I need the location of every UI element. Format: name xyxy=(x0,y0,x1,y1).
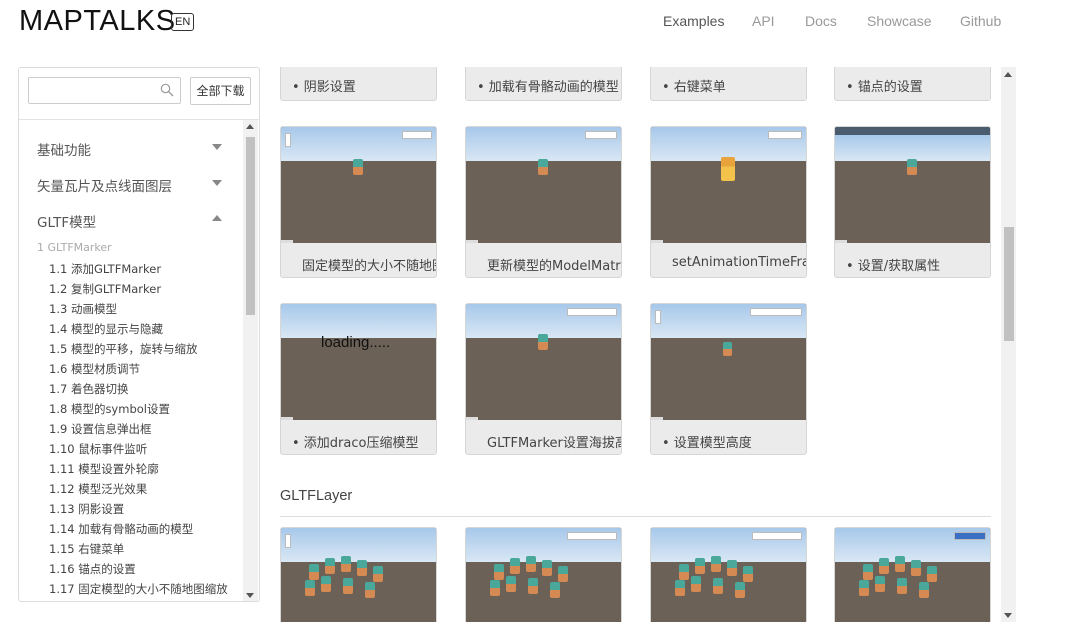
card-label: • 锚点的设置 xyxy=(846,80,923,95)
language-toggle[interactable]: EN xyxy=(171,13,195,31)
example-thumbnail xyxy=(281,528,436,622)
search-input[interactable] xyxy=(28,77,181,104)
example-thumbnail xyxy=(835,528,990,622)
sidebar-item[interactable]: 1.15 右键菜单 xyxy=(49,541,124,557)
nav-examples[interactable]: Examples xyxy=(663,13,724,29)
example-card[interactable]: • 锚点的设置 xyxy=(834,67,991,101)
subcategory-gltfmarker[interactable]: 1 GLTFMarker xyxy=(37,241,112,254)
example-card[interactable]: • 阴影设置 xyxy=(280,67,437,101)
sidebar-tree: 基础功能 矢量瓦片及点线面图层 GLTF模型 1 GLTFMarker 1.1 … xyxy=(19,120,243,601)
example-thumbnail: loading..... xyxy=(281,304,436,420)
examples-grid: • 阴影设置 • 加载有骨骼动画的模型 • 右键菜单 • 锚点的设置 固定模型的… xyxy=(262,67,1016,622)
example-card[interactable]: • 右键菜单 xyxy=(650,67,807,101)
scrollbar-thumb[interactable] xyxy=(246,137,255,315)
sidebar-item[interactable]: 1.17 固定模型的大小不随地图缩放 xyxy=(49,581,228,597)
example-card[interactable]: GLTFMarker设置海拔高度 xyxy=(465,303,622,455)
scroll-up-icon[interactable] xyxy=(246,124,254,129)
card-label: • 阴影设置 xyxy=(292,80,356,95)
card-label: • 设置/获取属性 xyxy=(846,259,941,274)
card-label: • 添加draco压缩模型 xyxy=(292,436,419,451)
scroll-down-icon[interactable] xyxy=(246,593,254,598)
category-gltf[interactable]: GLTF模型 xyxy=(37,211,96,231)
example-card[interactable]: • 设置模型高度 xyxy=(650,303,807,455)
nav-docs[interactable]: Docs xyxy=(805,13,837,29)
sidebar: 全部下载 基础功能 矢量瓦片及点线面图层 GLTF模型 1 GLTFMarker… xyxy=(18,67,260,602)
main-scrollbar[interactable] xyxy=(1001,67,1016,622)
nav-showcase[interactable]: Showcase xyxy=(867,13,932,29)
top-header: MAPTALKS EN Examples API Docs Showcase G… xyxy=(0,0,1066,46)
sidebar-item[interactable]: 1.10 鼠标事件监听 xyxy=(49,441,147,457)
sidebar-item[interactable]: 1.13 阴影设置 xyxy=(49,501,124,517)
divider xyxy=(280,516,991,517)
example-thumbnail xyxy=(466,528,621,622)
chevron-down-icon[interactable] xyxy=(212,144,222,150)
example-thumbnail xyxy=(651,127,806,243)
example-thumbnail xyxy=(281,127,436,243)
sidebar-item[interactable]: 1.7 着色器切换 xyxy=(49,381,128,397)
sidebar-item[interactable]: 1.16 锚点的设置 xyxy=(49,561,136,577)
sidebar-item[interactable]: 1.11 模型设置外轮廓 xyxy=(49,461,159,477)
sidebar-item[interactable]: 1.2 复制GLTFMarker xyxy=(49,281,161,297)
example-card[interactable]: • 设置/获取属性 xyxy=(834,126,991,278)
nav-api[interactable]: API xyxy=(752,13,775,29)
example-card[interactable] xyxy=(280,527,437,622)
sidebar-item[interactable]: 1.8 模型的symbol设置 xyxy=(49,401,170,417)
example-card[interactable]: • 加载有骨骼动画的模型 xyxy=(465,67,622,101)
card-label: • 设置模型高度 xyxy=(662,436,752,451)
scroll-down-icon[interactable] xyxy=(1004,613,1012,618)
scrollbar-thumb[interactable] xyxy=(1004,227,1014,341)
sidebar-scrollbar[interactable] xyxy=(243,120,258,601)
example-thumbnail xyxy=(466,127,621,243)
category-vector-tiles[interactable]: 矢量瓦片及点线面图层 xyxy=(37,175,172,195)
chevron-down-icon[interactable] xyxy=(212,180,222,186)
download-all-button[interactable]: 全部下载 xyxy=(190,77,251,105)
loading-text: loading..... xyxy=(321,334,391,351)
example-card[interactable]: setAnimationTimeFrame xyxy=(650,126,807,278)
example-card[interactable] xyxy=(834,527,991,622)
example-card[interactable]: 更新模型的ModelMatrix xyxy=(465,126,622,278)
sidebar-item[interactable]: 1.12 模型泛光效果 xyxy=(49,481,147,497)
example-card[interactable]: loading..... • 添加draco压缩模型 xyxy=(280,303,437,455)
example-thumbnail xyxy=(835,127,990,243)
nav-github[interactable]: Github xyxy=(960,13,1001,29)
card-label: 固定模型的大小不随地图缩放 xyxy=(302,259,436,274)
section-title: GLTFLayer xyxy=(280,488,353,504)
scroll-up-icon[interactable] xyxy=(1004,72,1012,77)
chevron-up-icon[interactable] xyxy=(212,215,222,221)
sidebar-item[interactable]: 1.6 模型材质调节 xyxy=(49,361,140,377)
sidebar-item[interactable]: 1.1 添加GLTFMarker xyxy=(49,261,161,277)
card-label: setAnimationTimeFrame xyxy=(672,255,806,270)
logo[interactable]: MAPTALKS xyxy=(19,5,176,38)
category-basic[interactable]: 基础功能 xyxy=(37,139,91,159)
card-label: GLTFMarker设置海拔高度 xyxy=(487,436,621,451)
example-card[interactable] xyxy=(650,527,807,622)
card-label: • 右键菜单 xyxy=(662,80,726,95)
example-card[interactable] xyxy=(465,527,622,622)
card-label: 更新模型的ModelMatrix xyxy=(487,259,622,274)
search-icon xyxy=(160,83,174,97)
example-thumbnail xyxy=(466,304,621,420)
sidebar-item[interactable]: 1.5 模型的平移，旋转与缩放 xyxy=(49,341,197,357)
example-thumbnail xyxy=(651,528,806,622)
card-label: • 加载有骨骼动画的模型 xyxy=(477,80,619,95)
example-thumbnail xyxy=(651,304,806,420)
example-card[interactable]: 固定模型的大小不随地图缩放 xyxy=(280,126,437,278)
sidebar-item[interactable]: 1.9 设置信息弹出框 xyxy=(49,421,151,437)
sidebar-item[interactable]: 1.3 动画模型 xyxy=(49,301,117,317)
sidebar-item[interactable]: 1.4 模型的显示与隐藏 xyxy=(49,321,163,337)
sidebar-item[interactable]: 1.14 加载有骨骼动画的模型 xyxy=(49,521,193,537)
